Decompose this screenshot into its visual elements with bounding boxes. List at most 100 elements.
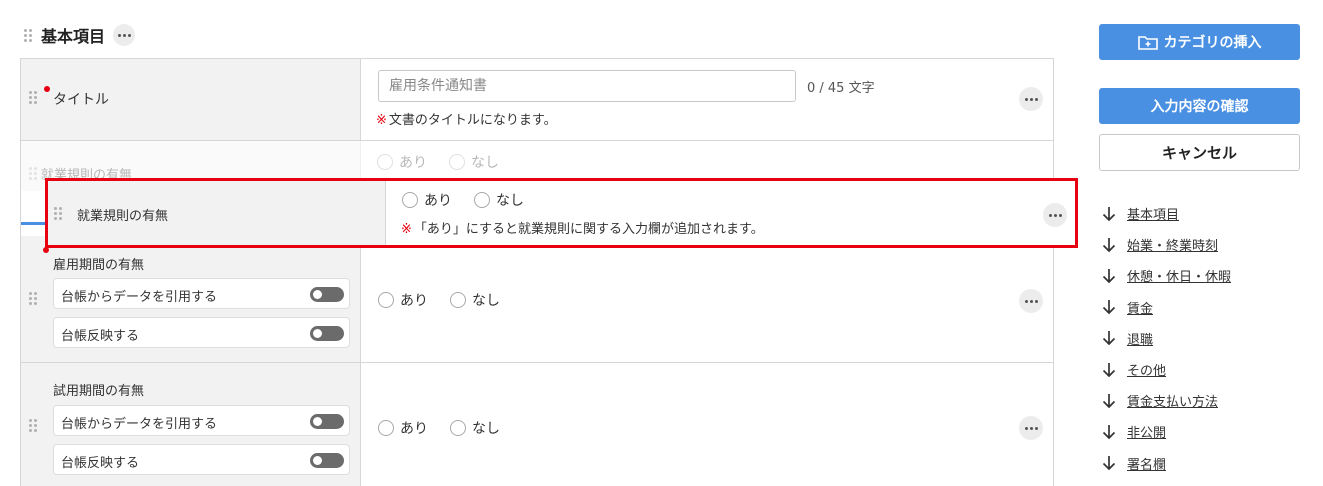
row-label: 試用期間の有無: [53, 384, 145, 399]
section-nav-link[interactable]: 非公開: [1127, 422, 1166, 441]
drag-handle-icon[interactable]: [29, 292, 37, 305]
drag-handle-icon[interactable]: [29, 91, 37, 104]
confirm-input-button[interactable]: 入力内容の確認: [1099, 88, 1300, 124]
toggle-switch[interactable]: [310, 453, 344, 468]
more-options-icon[interactable]: [1019, 416, 1043, 440]
section-nav-item[interactable]: その他: [1102, 354, 1302, 385]
radio-yes[interactable]: [378, 292, 394, 308]
arrow-down-icon: [1102, 393, 1116, 408]
insert-category-label: カテゴリの挿入: [1163, 34, 1262, 50]
row-label: タイトル: [53, 92, 109, 108]
row-label: 就業規則の有無: [77, 209, 169, 224]
char-counter: 0 / 45 文字: [807, 81, 875, 96]
section-header: 基本項目: [24, 24, 136, 46]
more-options-icon[interactable]: [1043, 203, 1067, 227]
drag-handle-icon[interactable]: [29, 419, 37, 432]
toggle-label: 台帳反映する: [61, 456, 140, 471]
section-nav-item[interactable]: 始業・終業時刻: [1102, 229, 1302, 260]
toggle-switch[interactable]: [310, 414, 344, 429]
radio-no[interactable]: [450, 292, 466, 308]
cancel-label: キャンセル: [1161, 145, 1237, 162]
section-nav-item[interactable]: 署名欄: [1102, 448, 1302, 479]
section-nav-item[interactable]: 非公開: [1102, 416, 1302, 447]
cancel-button[interactable]: キャンセル: [1099, 134, 1300, 171]
section-nav-link[interactable]: 基本項目: [1127, 204, 1179, 223]
reference-ledger-toggle[interactable]: 台帳からデータを引用する: [53, 405, 350, 436]
arrow-down-icon: [1102, 424, 1116, 440]
arrow-down-icon: [1102, 268, 1116, 284]
note-mark: ※: [376, 113, 387, 128]
section-nav-item[interactable]: 賃金: [1102, 292, 1302, 323]
radio-yes-label: あり: [424, 193, 452, 209]
row-label-cell: タイトル: [21, 59, 361, 140]
row-label: 雇用期間の有無: [53, 258, 145, 273]
form-row-employment-period: 雇用期間の有無 台帳からデータを引用する 台帳反映する あり なし: [21, 236, 1053, 363]
radio-no-label: なし: [496, 193, 524, 209]
title-input[interactable]: [378, 70, 796, 102]
section-nav-link[interactable]: 退職: [1127, 329, 1153, 348]
radio-no: [449, 154, 465, 170]
radio-group: あり なし: [378, 290, 522, 310]
radio-no-label: なし: [471, 155, 499, 171]
dragging-row[interactable]: 就業規則の有無 あり なし ※ 「あり」にすると就業規則に関する入力欄が追加されま…: [45, 178, 1078, 248]
section-nav-link[interactable]: 休憩・休日・休暇: [1127, 266, 1231, 285]
section-nav-link[interactable]: 賃金: [1127, 298, 1153, 317]
section-nav-link[interactable]: 署名欄: [1127, 454, 1166, 473]
drag-handle-icon[interactable]: [54, 207, 62, 220]
arrow-down-icon: [1102, 206, 1116, 221]
form-row-trial-period: 試用期間の有無 台帳からデータを引用する 台帳反映する あり なし: [21, 363, 1053, 486]
section-nav: 基本項目 始業・終業時刻 休憩・休日・休暇 賃金 退職 その他 賃金支払い方法 …: [1102, 198, 1302, 479]
reflect-ledger-toggle[interactable]: 台帳反映する: [53, 444, 350, 475]
radio-no[interactable]: [450, 420, 466, 436]
reference-ledger-toggle[interactable]: 台帳からデータを引用する: [53, 278, 350, 309]
drop-indicator: [21, 222, 47, 225]
radio-yes-label: あり: [400, 421, 428, 437]
toggle-switch[interactable]: [310, 287, 344, 302]
note-text: 「あり」にすると就業規則に関する入力欄が追加されます。: [413, 222, 764, 237]
radio-yes[interactable]: [378, 420, 394, 436]
drag-handle-icon: [29, 167, 37, 180]
section-nav-link[interactable]: 始業・終業時刻: [1127, 235, 1218, 254]
row-note: ※ 「あり」にすると就業規則に関する入力欄が追加されます。: [401, 218, 764, 237]
folder-plus-icon: [1137, 35, 1158, 50]
toggle-label: 台帳からデータを引用する: [61, 417, 218, 432]
row-label-cell: 雇用期間の有無 台帳からデータを引用する 台帳反映する: [21, 236, 361, 362]
drag-handle-icon[interactable]: [24, 28, 32, 42]
arrow-down-icon: [1102, 331, 1116, 346]
toggle-label: 台帳反映する: [61, 329, 140, 344]
more-options-icon[interactable]: [1019, 289, 1043, 313]
section-title: 基本項目: [41, 27, 106, 46]
note-mark: ※: [401, 222, 412, 237]
section-nav-link[interactable]: 賃金支払い方法: [1127, 391, 1218, 410]
radio-no-label: なし: [472, 421, 500, 437]
more-options-icon[interactable]: [113, 24, 136, 46]
toggle-switch[interactable]: [310, 326, 344, 341]
arrow-down-icon: [1102, 362, 1116, 377]
note-text: 文書のタイトルになります。: [388, 113, 557, 128]
form-table: タイトル 0 / 45 文字 ※文書のタイトルになります。 雇用期間の有無 台帳…: [20, 58, 1054, 486]
section-nav-item[interactable]: 賃金支払い方法: [1102, 385, 1302, 416]
confirm-input-label: 入力内容の確認: [1150, 98, 1249, 114]
row-label-cell: 試用期間の有無 台帳からデータを引用する 台帳反映する: [21, 363, 361, 486]
radio-yes: [377, 154, 393, 170]
radio-no-label: なし: [472, 293, 500, 309]
reflect-ledger-toggle[interactable]: 台帳反映する: [53, 317, 350, 348]
form-row-title: タイトル 0 / 45 文字 ※文書のタイトルになります。: [21, 59, 1053, 141]
row-note: ※ 文書のタイトルになります。: [376, 109, 557, 128]
required-dot: [44, 86, 50, 92]
section-nav-link[interactable]: その他: [1127, 360, 1166, 379]
more-options-icon[interactable]: [1019, 87, 1043, 111]
radio-yes[interactable]: [402, 192, 418, 208]
section-nav-item[interactable]: 基本項目: [1102, 198, 1302, 229]
radio-yes-label: あり: [399, 155, 427, 171]
radio-no[interactable]: [474, 192, 490, 208]
radio-group: あり なし: [377, 152, 521, 172]
toggle-label: 台帳からデータを引用する: [61, 290, 218, 305]
arrow-down-icon: [1102, 237, 1116, 252]
section-nav-item[interactable]: 退職: [1102, 323, 1302, 354]
section-nav-item[interactable]: 休憩・休日・休暇: [1102, 260, 1302, 291]
drag-marker-dot: [43, 247, 49, 253]
radio-group: あり なし: [402, 190, 546, 210]
row-label-cell: 就業規則の有無: [48, 181, 386, 245]
insert-category-button[interactable]: カテゴリの挿入: [1099, 24, 1300, 60]
